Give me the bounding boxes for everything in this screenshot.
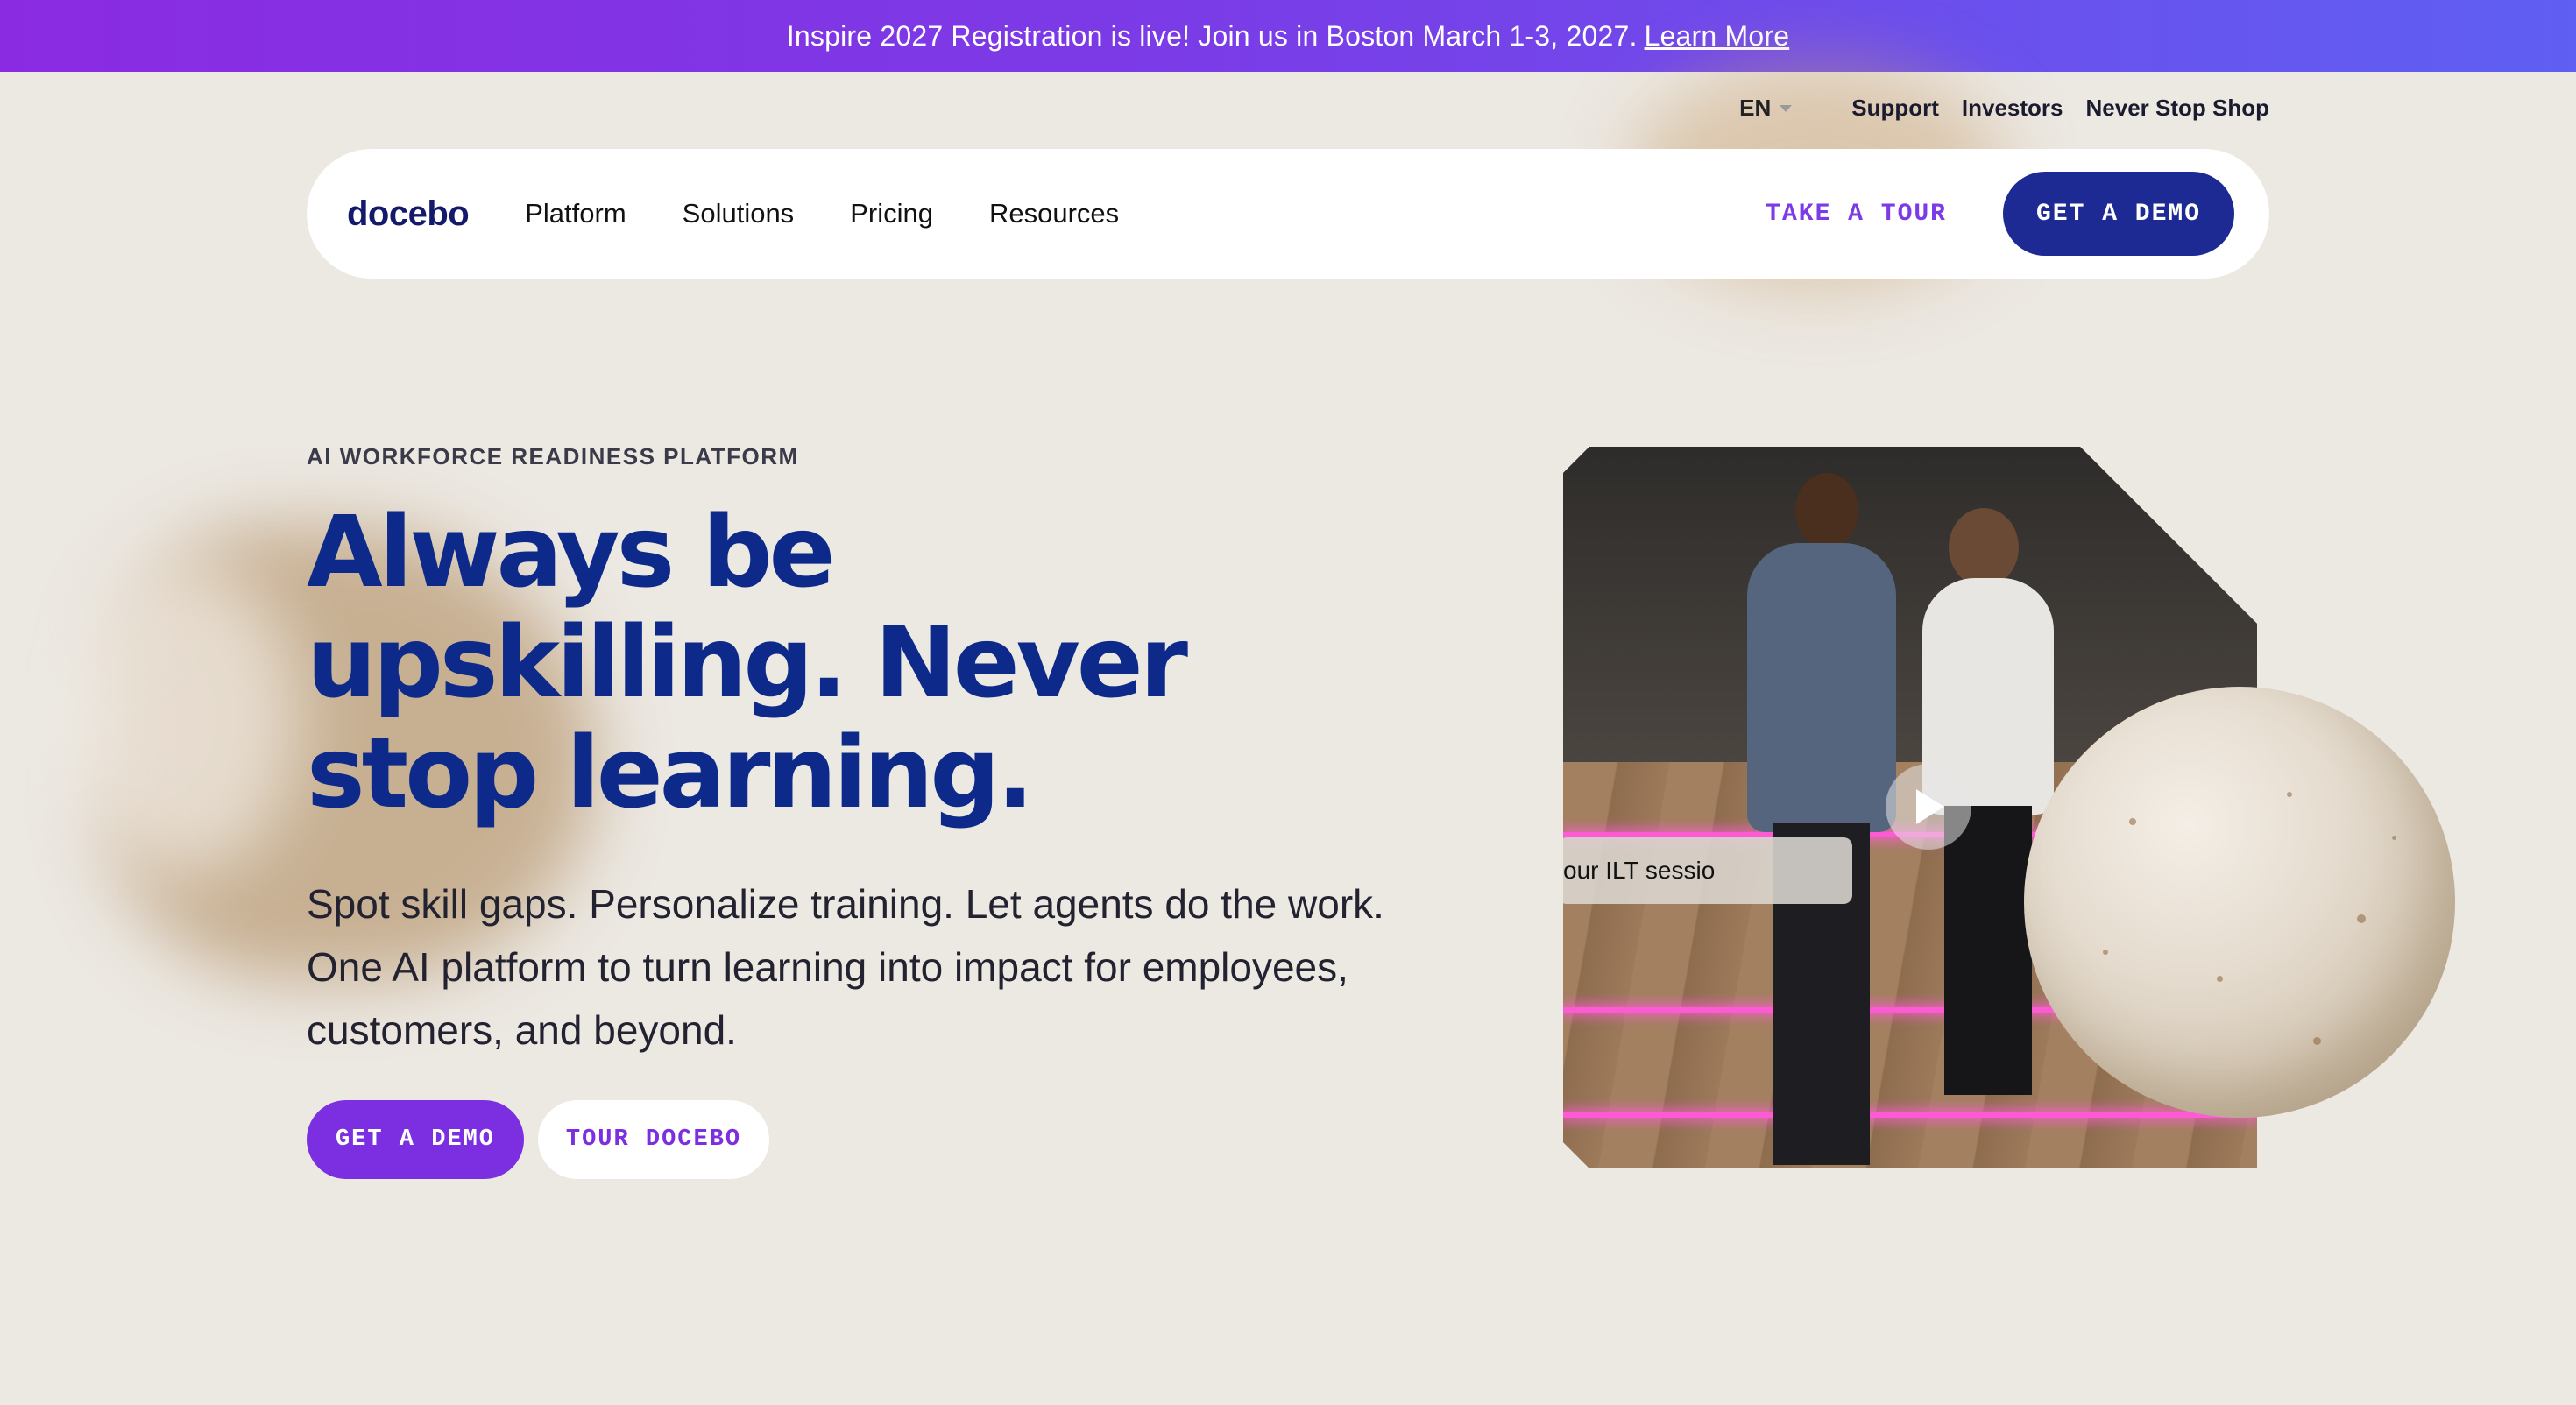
decorative-sphere: [2024, 687, 2455, 1118]
investors-link[interactable]: Investors: [1962, 95, 2063, 122]
hero-headline: Always be upskilling. Never stop learnin…: [307, 498, 1358, 829]
utility-nav: EN Support Investors Never Stop Shop: [1739, 95, 2269, 122]
hero-subcopy: Spot skill gaps. Personalize training. L…: [307, 872, 1463, 1062]
tour-docebo-button[interactable]: TOUR DOCEBO: [538, 1100, 769, 1179]
never-stop-shop-link[interactable]: Never Stop Shop: [2086, 95, 2269, 122]
language-label: EN: [1739, 95, 1772, 121]
video-person-man: [1712, 464, 1914, 1165]
get-a-demo-button[interactable]: GET A DEMO: [307, 1100, 524, 1179]
nav-item-resources[interactable]: Resources: [989, 198, 1119, 229]
learn-more-link[interactable]: Learn More: [1645, 20, 1790, 53]
get-a-demo-nav-button[interactable]: GET A DEMO: [2003, 172, 2234, 256]
nav-links: Platform Solutions Pricing Resources: [525, 198, 1119, 229]
language-selector[interactable]: EN: [1739, 95, 1793, 122]
subcopy-line-2: One AI platform to turn learning into im…: [307, 944, 1348, 990]
support-link[interactable]: Support: [1851, 95, 1939, 122]
headline-line-3: stop learning.: [307, 717, 1034, 830]
announcement-text: Inspire 2027 Registration is live! Join …: [786, 19, 1638, 52]
nav-item-platform[interactable]: Platform: [525, 198, 626, 229]
announcement-bar: Inspire 2027 Registration is live! Join …: [0, 0, 2576, 72]
headline-line-2: upskilling. Never: [307, 606, 1188, 720]
decorative-blur-left-light: [70, 561, 298, 876]
chevron-down-icon: [1780, 104, 1793, 112]
main-nav: docebo Platform Solutions Pricing Resour…: [307, 149, 2269, 279]
subcopy-line-3: customers, and beyond.: [307, 1007, 737, 1053]
subcopy-line-1: Spot skill gaps. Personalize training. L…: [307, 881, 1384, 927]
nav-actions: TAKE A TOUR GET A DEMO: [1766, 172, 2234, 256]
hero-eyebrow: AI WORKFORCE READINESS PLATFORM: [307, 443, 799, 470]
video-caption: our ILT sessio: [1563, 837, 1852, 904]
nav-item-solutions[interactable]: Solutions: [683, 198, 795, 229]
video-caption-text: our ILT sessio: [1563, 857, 1716, 884]
page: Inspire 2027 Registration is live! Join …: [0, 0, 2576, 1405]
headline-line-1: Always be: [307, 496, 835, 610]
hero-cta-row: GET A DEMO TOUR DOCEBO: [307, 1100, 769, 1179]
play-icon[interactable]: [1886, 764, 1971, 850]
nav-item-pricing[interactable]: Pricing: [850, 198, 933, 229]
take-a-tour-button[interactable]: TAKE A TOUR: [1766, 201, 1947, 228]
docebo-logo[interactable]: docebo: [347, 194, 470, 234]
